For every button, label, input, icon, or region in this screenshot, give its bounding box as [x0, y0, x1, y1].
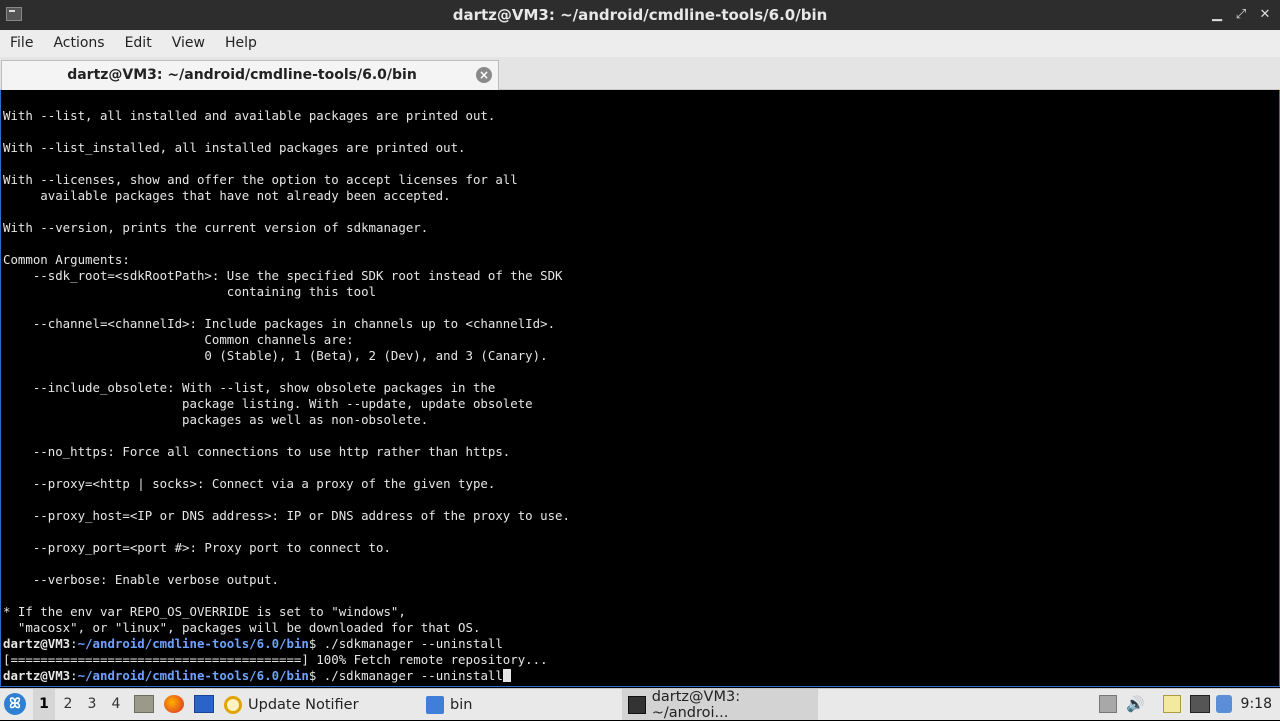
menu-help[interactable]: Help — [215, 30, 267, 57]
prompt-user: dartz@VM3 — [3, 636, 71, 651]
taskbar-bin-folder[interactable]: bin — [426, 689, 492, 720]
terminal-command: ./sdkmanager --uninstall — [323, 636, 503, 651]
display-icon[interactable] — [1190, 695, 1210, 713]
window-controls: ▁ ⤢ ✕ — [1210, 0, 1272, 30]
menu-actions[interactable]: Actions — [43, 30, 114, 57]
show-desktop-icon[interactable] — [134, 695, 154, 713]
clock: 9:18 — [1240, 696, 1272, 712]
taskbar-terminal-label: dartz@VM3: ~/androi... — [651, 688, 741, 721]
tab-label: dartz@VM3: ~/android/cmdline-tools/6.0/b… — [67, 67, 417, 83]
close-window-icon[interactable]: ✕ — [1258, 8, 1272, 22]
window-titlebar[interactable]: dartz@VM3: ~/android/cmdline-tools/6.0/b… — [0, 0, 1280, 30]
terminal-output-line: --no_https: Force all connections to use… — [3, 444, 511, 459]
terminal-output-line: Common Arguments: — [3, 252, 130, 267]
tab-bar: dartz@VM3: ~/android/cmdline-tools/6.0/b… — [0, 57, 1280, 90]
clipboard-icon[interactable] — [1163, 695, 1181, 713]
terminal-output: With --list, all installed and available… — [3, 108, 570, 684]
terminal-output-line: packages as well as non-obsolete. — [3, 412, 429, 427]
close-tab-icon[interactable]: × — [476, 67, 492, 83]
terminal-output-line: With --list, all installed and available… — [3, 108, 496, 123]
firefox-icon[interactable] — [164, 695, 184, 713]
workspace-4[interactable]: 4 — [105, 689, 127, 720]
prompt-symbol: $ — [308, 636, 324, 651]
terminal-output-line: With --licenses, show and offer the opti… — [3, 172, 518, 187]
prompt-separator: : — [70, 668, 78, 683]
terminal-output-line: --verbose: Enable verbose output. — [3, 572, 280, 587]
terminal-cursor — [502, 669, 511, 682]
workspace-1[interactable]: 1 — [33, 689, 55, 720]
terminal-output-line: available packages that have not already… — [3, 188, 451, 203]
taskbar-bin-label: bin — [450, 696, 473, 713]
workspace-2[interactable]: 2 — [57, 689, 79, 720]
terminal-icon — [628, 695, 646, 714]
terminal-output-line: With --list_installed, all installed pac… — [3, 140, 466, 155]
terminal-output-line: --include_obsolete: With --list, show ob… — [3, 380, 496, 395]
prompt-user: dartz@VM3 — [3, 668, 71, 683]
taskbar-update-notifier[interactable]: Update Notifier — [224, 689, 369, 720]
menu-file[interactable]: File — [0, 30, 43, 57]
terminal-area[interactable]: With --list, all installed and available… — [0, 90, 1280, 687]
terminal-output-line: * If the env var REPO_OS_OVERRIDE is set… — [3, 604, 406, 619]
prompt-separator: : — [70, 636, 78, 651]
notification-icon[interactable] — [1216, 695, 1232, 713]
prompt-path: ~/android/cmdline-tools/6.0/bin — [77, 668, 309, 683]
window-title: dartz@VM3: ~/android/cmdline-tools/6.0/b… — [452, 6, 828, 24]
menu-bar: File Actions Edit View Help — [0, 30, 1280, 57]
workspace-3[interactable]: 3 — [81, 689, 103, 720]
terminal-output-line: "macosx", or "linux", packages will be d… — [3, 620, 481, 635]
terminal-output-line: --sdk_root=<sdkRootPath>: Use the specif… — [3, 268, 563, 283]
terminal-output-line: --proxy_host=<IP or DNS address>: IP or … — [3, 508, 570, 523]
terminal-output-line: --channel=<channelId>: Include packages … — [3, 316, 556, 331]
tray-eject-icon[interactable] — [1099, 695, 1117, 713]
terminal-output-line: --proxy=<http | socks>: Connect via a pr… — [3, 476, 496, 491]
terminal-output-line: package listing. With --update, update o… — [3, 396, 533, 411]
terminal-prompt-line: dartz@VM3:~/android/cmdline-tools/6.0/bi… — [3, 636, 570, 652]
taskbar-terminal-window[interactable]: dartz@VM3: ~/androi... — [622, 688, 818, 721]
update-notifier-icon — [224, 695, 242, 714]
progress-line: [=======================================… — [3, 652, 548, 667]
terminal-prompt-line: dartz@VM3:~/android/cmdline-tools/6.0/bi… — [3, 668, 570, 684]
terminal-output-line: Common channels are: — [3, 332, 354, 347]
start-menu-icon[interactable]: ꕤ — [4, 693, 26, 715]
folder-icon — [426, 695, 444, 714]
menu-edit[interactable]: Edit — [115, 30, 162, 57]
terminal-output-line: With --version, prints the current versi… — [3, 220, 429, 235]
file-manager-icon[interactable] — [194, 695, 214, 713]
maximize-icon[interactable]: ⤢ — [1234, 8, 1248, 22]
prompt-path: ~/android/cmdline-tools/6.0/bin — [77, 636, 309, 651]
volume-icon[interactable]: 🔊 — [1126, 695, 1146, 713]
taskbar-update-notifier-label: Update Notifier — [248, 696, 359, 713]
terminal-output-line: containing this tool — [3, 284, 376, 299]
terminal-tab[interactable]: dartz@VM3: ~/android/cmdline-tools/6.0/b… — [1, 60, 499, 90]
prompt-symbol: $ — [308, 668, 324, 683]
terminal-output-line: 0 (Stable), 1 (Beta), 2 (Dev), and 3 (Ca… — [3, 348, 548, 363]
terminal-output-line: --proxy_port=<port #>: Proxy port to con… — [3, 540, 391, 555]
menu-view[interactable]: View — [162, 30, 215, 57]
taskbar: ꕤ 1 2 3 4 Update Notifier bin dartz@VM3:… — [0, 688, 1280, 721]
terminal-command: ./sdkmanager --uninstall — [323, 668, 503, 683]
minimize-icon[interactable]: ▁ — [1210, 8, 1224, 22]
